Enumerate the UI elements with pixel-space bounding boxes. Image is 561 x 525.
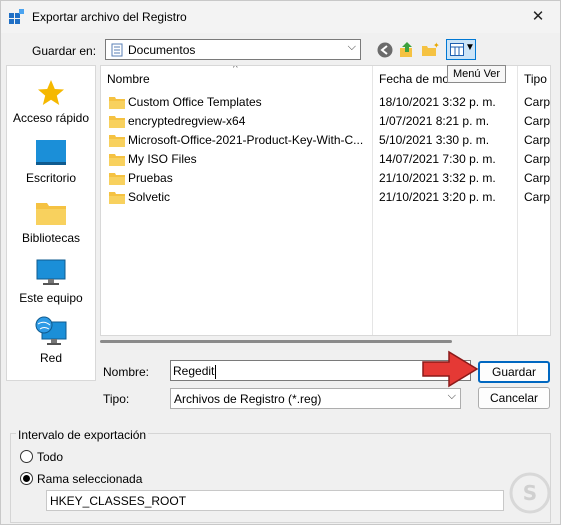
- list-item[interactable]: Microsoft-Office-2021-Product-Key-With-C…: [101, 131, 550, 150]
- libraries-icon: [36, 203, 66, 225]
- save-in-value: Documentos: [128, 43, 196, 57]
- sort-up-icon: ^: [233, 65, 238, 74]
- list-item[interactable]: encryptedregview-x64 1/07/2021 8:21 p. m…: [101, 112, 550, 131]
- file-list[interactable]: Nombre ^ Fecha de mo Tipo Custom Office …: [100, 65, 551, 336]
- export-registry-dialog: Exportar archivo del Registro ✕ Guardar …: [0, 0, 561, 525]
- folder-icon: [109, 192, 125, 204]
- filename-label: Nombre:: [103, 365, 150, 379]
- place-libraries[interactable]: Bibliotecas: [7, 198, 95, 245]
- caret-down-icon: ▼: [465, 42, 475, 53]
- filename-value: Regedit: [173, 364, 215, 378]
- close-button[interactable]: ✕: [516, 1, 560, 33]
- registry-editor-icon: [9, 9, 24, 24]
- text-caret: [215, 364, 217, 379]
- save-in-label: Guardar en:: [32, 44, 97, 58]
- place-this-pc[interactable]: Este equipo: [7, 258, 95, 305]
- places-bar: Acceso rápido Escritorio Bibliotecas Est…: [6, 65, 96, 381]
- radio-selected-branch[interactable]: [20, 472, 33, 485]
- branch-path-value: HKEY_CLASSES_ROOT: [50, 494, 187, 508]
- place-network[interactable]: Red: [7, 316, 95, 365]
- documents-icon: [111, 43, 123, 57]
- chevron-down-icon: ⌵: [447, 390, 456, 402]
- filetype-label: Tipo:: [103, 392, 130, 406]
- annotation-arrow-icon: [422, 350, 479, 388]
- scrollbar-thumb[interactable]: [100, 340, 452, 343]
- view-grid-icon: [450, 43, 464, 56]
- export-range-title: Intervalo de exportación: [16, 428, 149, 442]
- new-folder-icon[interactable]: ✦: [421, 41, 439, 59]
- star-icon: [38, 80, 64, 105]
- view-menu-tooltip: Menú Ver: [447, 65, 507, 83]
- title-bar: Exportar archivo del Registro ✕: [1, 1, 560, 33]
- chevron-down-icon: ⌵: [347, 41, 356, 53]
- back-icon[interactable]: [376, 41, 394, 59]
- computer-icon: [36, 259, 66, 285]
- view-menu-button[interactable]: ▼: [446, 39, 476, 60]
- place-desktop[interactable]: Escritorio: [7, 138, 95, 185]
- watermark-logo: S: [509, 472, 551, 514]
- close-icon: ✕: [531, 8, 545, 25]
- place-quick-access[interactable]: Acceso rápido: [7, 78, 95, 125]
- horizontal-scrollbar[interactable]: [100, 336, 551, 348]
- column-header-type[interactable]: Tipo: [518, 66, 550, 90]
- radio-selected-branch-label: Rama seleccionada: [37, 472, 143, 486]
- list-item[interactable]: Solvetic 21/10/2021 3:20 p. m. Carpe: [101, 188, 550, 207]
- folder-icon: [109, 173, 125, 185]
- desktop-icon: [36, 140, 66, 165]
- folder-icon: [109, 116, 125, 128]
- filetype-dropdown[interactable]: Archivos de Registro (*.reg) ⌵: [170, 388, 461, 409]
- up-folder-icon[interactable]: [398, 41, 416, 59]
- list-item[interactable]: Pruebas 21/10/2021 3:32 p. m. Carpe: [101, 169, 550, 188]
- window-title: Exportar archivo del Registro: [32, 10, 187, 24]
- branch-path-field[interactable]: HKEY_CLASSES_ROOT: [46, 490, 504, 511]
- folder-icon: [109, 154, 125, 166]
- svg-text:✦: ✦: [433, 41, 439, 50]
- svg-text:S: S: [523, 481, 537, 505]
- folder-icon: [109, 97, 125, 109]
- save-in-dropdown[interactable]: Documentos ⌵: [105, 39, 361, 60]
- filetype-value: Archivos de Registro (*.reg): [174, 392, 322, 406]
- list-item[interactable]: My ISO Files 14/07/2021 7:30 p. m. Carpe: [101, 150, 550, 169]
- list-item[interactable]: Custom Office Templates 18/10/2021 3:32 …: [101, 93, 550, 112]
- radio-all[interactable]: [20, 450, 33, 463]
- radio-all-label: Todo: [37, 450, 64, 464]
- network-icon: [35, 316, 67, 345]
- cancel-button[interactable]: Cancelar: [478, 387, 550, 409]
- folder-icon: [109, 135, 125, 147]
- save-button[interactable]: Guardar: [478, 361, 550, 383]
